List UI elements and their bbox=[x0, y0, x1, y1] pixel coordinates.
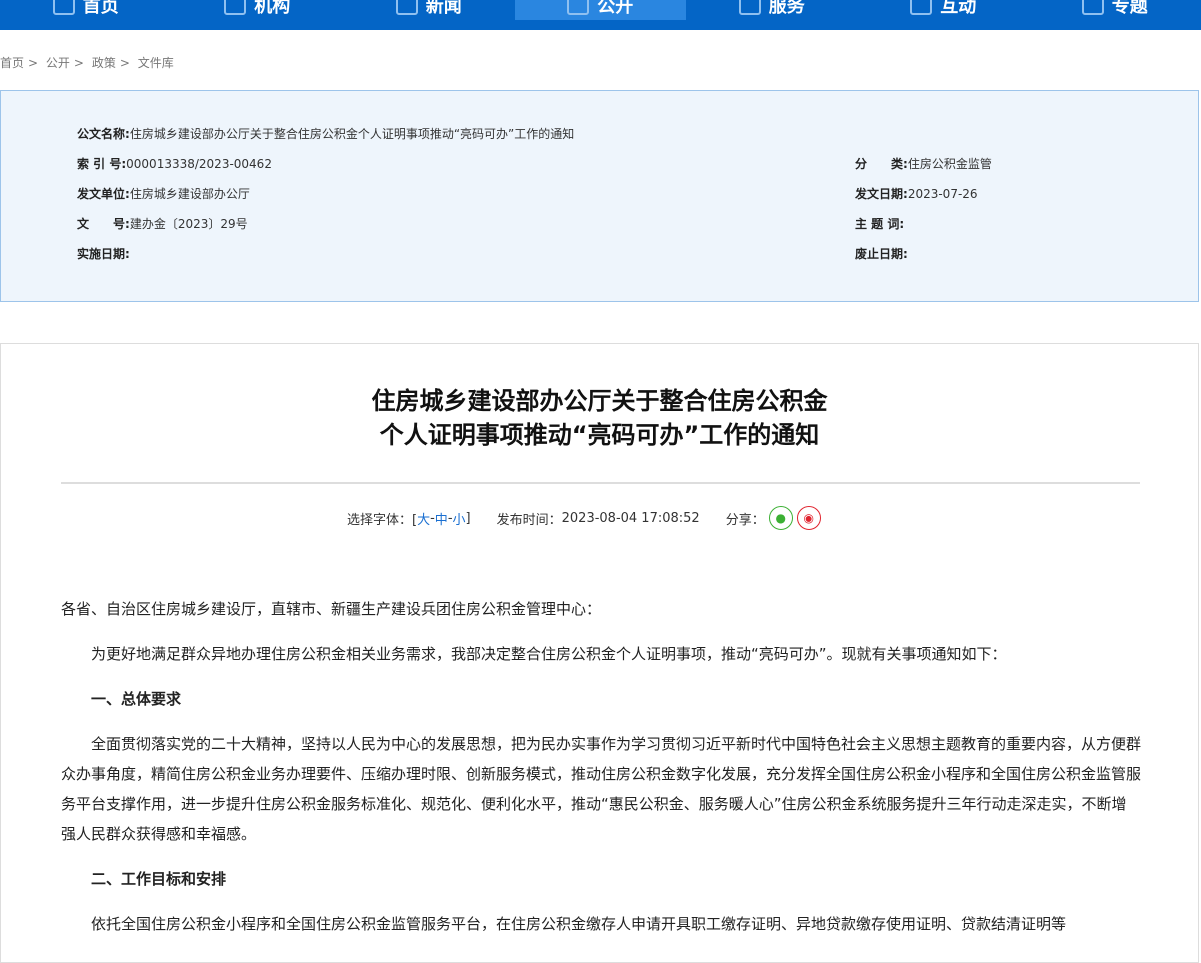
public-icon bbox=[567, 0, 590, 15]
value: 住房城乡建设部办公厅 bbox=[129, 187, 250, 201]
nav-interaction[interactable]: 互动 bbox=[858, 0, 1030, 20]
label: 公文名称: bbox=[77, 127, 130, 141]
nav-organization[interactable]: 机构 bbox=[172, 0, 344, 20]
article-meta: 选择字体：[ 大 - 中 - 小 ] 发布时间： 2023-08-04 17:08… bbox=[347, 506, 821, 530]
label: 索 引 号: bbox=[77, 157, 127, 171]
service-icon bbox=[738, 0, 761, 15]
building-icon bbox=[224, 0, 247, 15]
label: 主 题 词: bbox=[855, 217, 905, 231]
nav-label: 服务 bbox=[768, 0, 805, 17]
info-subject: 主 题 词: bbox=[855, 215, 904, 232]
font-small-link[interactable]: 小 bbox=[453, 509, 466, 528]
main-nav: 首页 机构 新闻 公开 服务 互动 专题 bbox=[0, 0, 1201, 30]
font-medium-link[interactable]: 中 bbox=[435, 509, 448, 528]
section-heading: 二、工作目标和安排 bbox=[91, 870, 227, 888]
breadcrumb-sep: > bbox=[28, 56, 39, 70]
nav-home[interactable]: 首页 bbox=[0, 0, 172, 20]
info-name: 公文名称:住房城乡建设部办公厅关于整合住房公积金个人证明事项推动“亮码可办”工作… bbox=[77, 125, 574, 142]
nav-label: 互动 bbox=[940, 0, 977, 17]
value: 住房城乡建设部办公厅关于整合住房公积金个人证明事项推动“亮码可办”工作的通知 bbox=[129, 127, 575, 141]
title-line: 个人证明事项推动“亮码可办”工作的通知 bbox=[379, 421, 820, 449]
label: 分 类: bbox=[855, 157, 908, 171]
paragraph: 为更好地满足群众异地办理住房公积金相关业务需求，我部决定整合住房公积金个人证明事… bbox=[91, 645, 1007, 663]
info-category: 分 类:住房公积金监管 bbox=[855, 155, 992, 172]
article-title: 住房城乡建设部办公厅关于整合住房公积金 个人证明事项推动“亮码可办”工作的通知 bbox=[1, 384, 1198, 452]
breadcrumb-policy[interactable]: 政策 bbox=[92, 56, 116, 70]
label: 发文日期: bbox=[855, 187, 908, 201]
font-large-link[interactable]: 大 bbox=[417, 509, 430, 528]
value: 000013338/2023-00462 bbox=[126, 157, 272, 171]
breadcrumb-sep: > bbox=[73, 56, 84, 70]
info-docno: 文 号:建办金〔2023〕29号 bbox=[77, 215, 248, 232]
value: 2023-07-26 bbox=[907, 187, 978, 201]
nav-topics[interactable]: 专题 bbox=[1029, 0, 1201, 20]
nav-public[interactable]: 公开 bbox=[514, 0, 686, 20]
nav-service[interactable]: 服务 bbox=[686, 0, 858, 20]
value: 住房公积金监管 bbox=[907, 157, 992, 171]
article-body: 各省、自治区住房城乡建设厅，直辖市、新疆生产建设兵团住房公积金管理中心： 为更好… bbox=[61, 594, 1141, 954]
label: 发文单位: bbox=[77, 187, 130, 201]
publish-time-label: 发布时间： bbox=[496, 512, 562, 528]
info-issuer: 发文单位:住房城乡建设部办公厅 bbox=[77, 185, 250, 202]
document-info-panel: 公文名称:住房城乡建设部办公厅关于整合住房公积金个人证明事项推动“亮码可办”工作… bbox=[0, 90, 1199, 302]
nav-label: 首页 bbox=[82, 0, 119, 17]
nav-label: 新闻 bbox=[425, 0, 462, 17]
breadcrumb-sep: > bbox=[119, 56, 130, 70]
home-icon bbox=[52, 0, 75, 15]
title-line: 住房城乡建设部办公厅关于整合住房公积金 bbox=[371, 387, 828, 415]
breadcrumb-home[interactable]: 首页 bbox=[0, 56, 24, 70]
wechat-share-icon[interactable]: ● bbox=[768, 506, 793, 530]
breadcrumb-library[interactable]: 文件库 bbox=[138, 56, 174, 70]
bracket: ] bbox=[465, 510, 471, 526]
nav-label: 公开 bbox=[597, 0, 634, 17]
nav-news[interactable]: 新闻 bbox=[343, 0, 515, 20]
paragraph: 依托全国住房公积金小程序和全国住房公积金监管服务平台，在住房公积金缴存人申请开具… bbox=[91, 915, 1067, 933]
breadcrumb-public[interactable]: 公开 bbox=[46, 56, 70, 70]
info-effective: 实施日期: bbox=[77, 245, 130, 262]
info-date: 发文日期:2023-07-26 bbox=[855, 185, 978, 202]
article: 住房城乡建设部办公厅关于整合住房公积金 个人证明事项推动“亮码可办”工作的通知 选… bbox=[0, 343, 1199, 963]
section-heading: 一、总体要求 bbox=[91, 690, 182, 708]
share-label: 分享： bbox=[725, 512, 765, 528]
info-index: 索 引 号:000013338/2023-00462 bbox=[77, 155, 272, 172]
value: 建办金〔2023〕29号 bbox=[129, 217, 248, 231]
label: 文 号: bbox=[77, 217, 130, 231]
nav-label: 机构 bbox=[254, 0, 291, 17]
divider bbox=[61, 482, 1140, 484]
label: 实施日期: bbox=[77, 247, 130, 261]
paragraph: 各省、自治区住房城乡建设厅，直辖市、新疆生产建设兵团住房公积金管理中心： bbox=[61, 600, 602, 618]
font-size-label: 选择字体：[ bbox=[347, 512, 418, 528]
topic-icon bbox=[1081, 0, 1104, 15]
publish-time: 2023-08-04 17:08:52 bbox=[561, 510, 700, 526]
newspaper-icon bbox=[395, 0, 418, 15]
paragraph: 全面贯彻落实党的二十大精神，坚持以人民为中心的发展思想，把为民办实事作为学习贯彻… bbox=[61, 735, 1142, 843]
label: 废止日期: bbox=[855, 247, 908, 261]
info-expire: 废止日期: bbox=[855, 245, 908, 262]
nav-label: 专题 bbox=[1111, 0, 1148, 17]
exchange-icon bbox=[910, 0, 933, 15]
breadcrumb: 首页 > 公开 > 政策 > 文件库 bbox=[0, 54, 178, 71]
weibo-share-icon[interactable]: ◉ bbox=[796, 506, 821, 530]
